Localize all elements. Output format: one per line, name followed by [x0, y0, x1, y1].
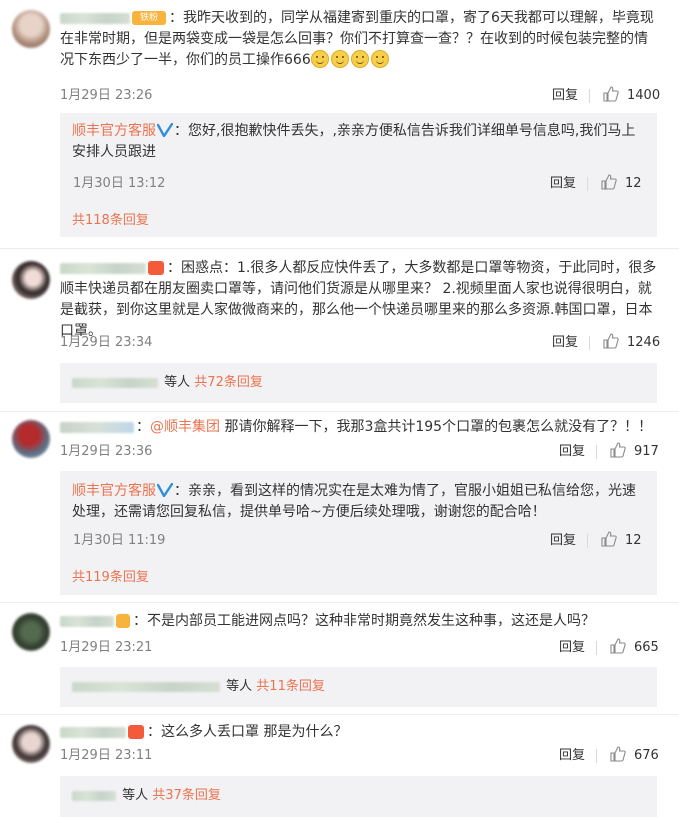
like-button[interactable]: 12 [601, 531, 642, 551]
divider [587, 177, 588, 191]
comment-time: 1月29日 23:34 [60, 335, 153, 350]
verified-v-icon [156, 482, 174, 499]
thumbs-up-icon [610, 442, 626, 458]
vip-badge [128, 725, 144, 739]
more-replies-link[interactable]: 共118条回复 [72, 211, 149, 231]
more-replies-link[interactable]: 共11条回复 [256, 679, 325, 694]
avatar[interactable] [12, 261, 50, 299]
username-blurred[interactable] [72, 377, 158, 388]
like-count: 12 [625, 533, 642, 548]
others-label: 等人 [122, 788, 149, 803]
like-count: 1246 [627, 335, 661, 350]
like-count: 676 [634, 748, 659, 763]
avatar[interactable] [12, 420, 50, 458]
divider [596, 445, 597, 459]
divider [0, 602, 679, 603]
divider [0, 248, 679, 249]
divider [587, 534, 588, 548]
like-button[interactable]: 1400 [603, 86, 660, 106]
reply-time: 1月30日 13:12 [73, 176, 166, 191]
more-replies-row: 等人 共11条回复 [72, 677, 325, 697]
sub-reply-box: 等人 共72条回复 [60, 363, 657, 403]
verified-v-icon [156, 122, 174, 139]
username-blurred[interactable] [60, 12, 130, 24]
reply-button[interactable]: 回复 [550, 174, 576, 194]
reply-button[interactable]: 回复 [559, 746, 585, 766]
comment-body: ：这么多人丢口罩 那是为什么？ [147, 724, 348, 740]
vip-badge [148, 261, 164, 275]
thumbs-up-icon [601, 531, 617, 547]
thumbs-up-icon [610, 746, 626, 762]
divider [596, 641, 597, 655]
mention-link[interactable]: @顺丰集团 [150, 419, 220, 435]
like-button[interactable]: 676 [610, 746, 659, 766]
username-blurred[interactable] [60, 421, 134, 433]
like-button[interactable]: 665 [610, 638, 659, 658]
fan-badge [116, 614, 130, 628]
comment-body: ：不是内部员工能进网点吗？这种非常时期竟然发生这种事，这还是人吗？ [133, 613, 595, 629]
reply-button[interactable]: 回复 [559, 442, 585, 462]
username-blurred[interactable] [72, 681, 220, 692]
thumbs-up-icon [610, 638, 626, 654]
official-reply-text: 顺丰官方客服 ：您好,很抱歉快件丢失，,亲亲方便私信告诉我们详细单号信息吗,我们马… [72, 121, 643, 163]
official-account-name[interactable]: 顺丰官方客服 [72, 483, 156, 499]
avatar[interactable] [12, 613, 50, 651]
comment-text: ：困惑点：1.很多人都反应快件丢了，大多数都是口罩等物资，于此同时，很多顺丰快递… [60, 258, 657, 342]
username-blurred[interactable] [72, 790, 116, 801]
like-count: 917 [634, 444, 659, 459]
comment-time: 1月29日 23:21 [60, 640, 153, 655]
more-replies-link[interactable]: 共37条回复 [152, 788, 221, 803]
comment-text: 铁粉 ：我昨天收到的，同学从福建寄到重庆的口罩，寄了6天我都可以理解，毕竟现在非常… [60, 8, 657, 71]
like-button[interactable]: 917 [610, 442, 659, 462]
more-replies-row: 等人 共72条回复 [72, 373, 263, 393]
like-count: 12 [625, 176, 642, 191]
sub-reply-box: 顺丰官方客服 ：您好,很抱歉快件丢失，,亲亲方便私信告诉我们详细单号信息吗,我们马… [60, 113, 657, 237]
divider [596, 749, 597, 763]
more-replies-link[interactable]: 共119条回复 [72, 568, 149, 588]
like-button[interactable]: 1246 [603, 333, 660, 353]
thumbs-up-icon [601, 174, 617, 190]
official-reply-text: 顺丰官方客服 ：亲亲，看到这样的情况实在是太难为情了，官服小姐姐已私信给您，光速处… [72, 481, 643, 523]
comment-time: 1月29日 23:36 [60, 444, 153, 459]
like-button[interactable]: 12 [601, 174, 642, 194]
like-count: 665 [634, 640, 659, 655]
sub-reply-box: 等人 共37条回复 [60, 776, 657, 817]
avatar[interactable] [12, 725, 50, 763]
comment-time: 1月29日 23:26 [60, 88, 153, 103]
smile-emoji-icon [330, 50, 349, 68]
like-count: 1400 [627, 88, 661, 103]
reply-button[interactable]: 回复 [559, 638, 585, 658]
reply-button[interactable]: 回复 [552, 86, 578, 106]
smile-emoji-icon [370, 50, 389, 68]
divider [589, 336, 590, 350]
divider [0, 714, 679, 715]
divider [589, 89, 590, 103]
smile-emoji-icon [350, 50, 369, 68]
divider [0, 411, 679, 412]
more-replies-link[interactable]: 共72条回复 [194, 375, 263, 390]
username-blurred[interactable] [60, 615, 114, 627]
thumbs-up-icon [603, 333, 619, 349]
reply-button[interactable]: 回复 [550, 531, 576, 551]
sub-reply-box: 等人 共11条回复 [60, 667, 657, 707]
comment-time: 1月29日 23:11 [60, 748, 153, 763]
thumbs-up-icon [603, 86, 619, 102]
smile-emoji-icon [310, 50, 329, 68]
others-label: 等人 [226, 679, 253, 694]
official-account-name[interactable]: 顺丰官方客服 [72, 123, 156, 139]
reply-time: 1月30日 11:19 [73, 533, 166, 548]
others-label: 等人 [164, 375, 191, 390]
username-blurred[interactable] [60, 726, 126, 738]
sub-reply-box: 顺丰官方客服 ：亲亲，看到这样的情况实在是太难为情了，官服小姐姐已私信给您，光速处… [60, 471, 657, 595]
avatar[interactable] [12, 10, 50, 48]
comment-body-prefix: ： [136, 419, 150, 435]
username-blurred[interactable] [60, 262, 146, 274]
comment-text: ：@顺丰集团 那请你解释一下，我那3盒共计195个口罩的包裹怎么就没有了？！！ [60, 417, 657, 438]
fan-badge: 铁粉 [132, 11, 166, 25]
reply-button[interactable]: 回复 [552, 333, 578, 353]
comment-text: ：这么多人丢口罩 那是为什么？ [60, 722, 657, 743]
comment-body: 那请你解释一下，我那3盒共计195个口罩的包裹怎么就没有了？！！ [220, 419, 653, 435]
comment-text: ：不是内部员工能进网点吗？这种非常时期竟然发生这种事，这还是人吗？ [60, 611, 657, 632]
more-replies-row: 等人 共37条回复 [72, 786, 221, 806]
